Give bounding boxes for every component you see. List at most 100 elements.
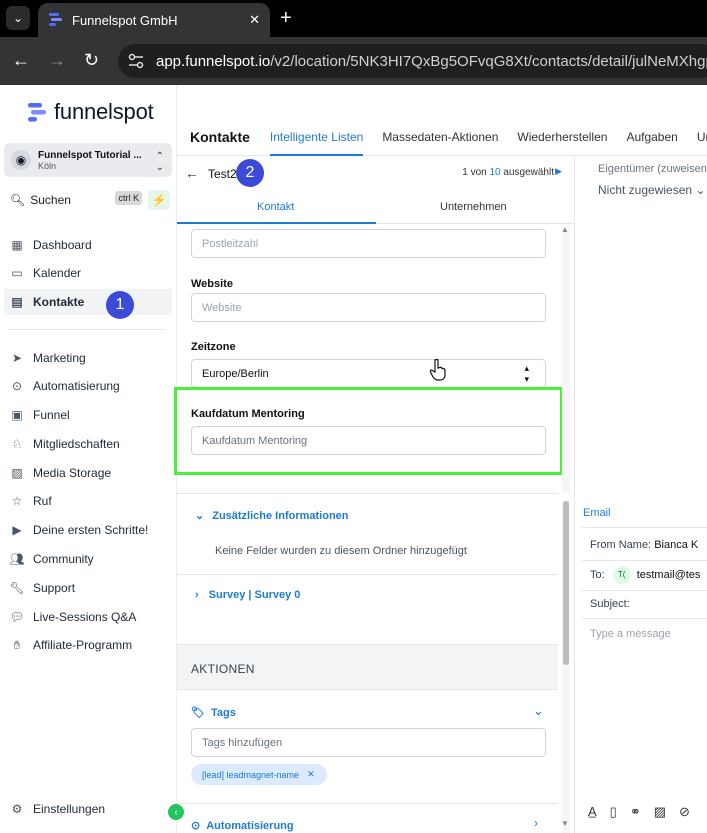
tag-chip: [lead] leadmagnet-name ✕	[191, 764, 327, 785]
account-switcher[interactable]: ◉ Funnelspot Tutorial ... Köln ⌃ ⌄	[4, 143, 172, 177]
to-label: To:	[590, 569, 605, 581]
sidebar-item-label: Live-Sessions Q&A	[33, 610, 137, 624]
tab-search-button[interactable]: ⌄	[6, 6, 30, 30]
website-label: Website	[191, 278, 233, 290]
sidebar-item-label: Deine ersten Schritte!	[33, 523, 149, 537]
sidebar-item-marketing[interactable]: ➤ Marketing	[8, 345, 176, 371]
new-tab-button[interactable]: +	[280, 6, 292, 30]
image-icon[interactable]: ▨	[654, 804, 666, 820]
scrollbar-upper[interactable]	[562, 225, 570, 493]
scroll-up-icon[interactable]: ▲	[561, 225, 569, 234]
send-icon: ➤	[11, 351, 23, 365]
sidebar-item-mitgliedschaften[interactable]: ♘ Mitgliedschaften	[8, 431, 176, 457]
tab-unternehmen-contact[interactable]: Unternehmen	[440, 201, 507, 213]
divider	[582, 590, 707, 591]
survey-label: Survey | Survey 0	[208, 589, 301, 601]
site-settings-icon[interactable]	[126, 52, 146, 70]
sidebar-item-label: Community	[33, 552, 94, 566]
funnelspot-logo-icon	[28, 103, 46, 122]
sidebar-item-automatisierung[interactable]: ⊙ Automatisierung	[8, 373, 176, 399]
chevron-right-icon[interactable]: ›	[534, 816, 538, 830]
funnel-icon: ▣	[11, 408, 23, 422]
zeitzone-select[interactable]: Europe/Berlin ▴ ▾	[191, 359, 546, 388]
sidebar-item-label: Automatisierung	[33, 379, 120, 393]
account-city: Köln	[38, 160, 57, 171]
zusaetzliche-header[interactable]: ⌄ Zusätzliche Informationen	[195, 509, 349, 522]
tab-kontakt[interactable]: Kontakt	[257, 201, 294, 213]
chevron-updown-icon: ⌃ ⌄	[155, 151, 164, 173]
hand-cursor-icon	[429, 358, 446, 381]
address-bar[interactable]: app.funnelspot.io/v2/location/5NK3HI7QxB…	[118, 44, 707, 78]
forward-arrow-icon[interactable]: →	[48, 50, 66, 71]
logo-text: funnelspot	[54, 99, 154, 124]
document-icon[interactable]: ▯	[610, 804, 617, 820]
to-value[interactable]: testmail@tes	[637, 569, 701, 581]
back-arrow-icon[interactable]: ←	[12, 50, 30, 71]
browser-tab[interactable]: Funnelspot GmbH ✕	[38, 3, 270, 37]
location-icon: ◉	[11, 150, 31, 170]
search-shortcut: ctrl K	[115, 191, 142, 205]
from-value[interactable]: Bianca K	[654, 539, 698, 551]
survey-header[interactable]: › Survey | Survey 0	[195, 589, 300, 601]
count-prefix: 1 von	[462, 167, 487, 178]
quick-action-bolt-icon[interactable]: ⚡	[148, 190, 170, 210]
attachment-icon[interactable]: ⊘	[679, 804, 690, 820]
empty-note: Keine Felder wurden zu diesem Ordner hin…	[215, 545, 467, 557]
text-format-icon[interactable]: A̲	[588, 804, 597, 820]
sidebar-item-live-sessions[interactable]: 💬︎ Live-Sessions Q&A	[8, 604, 176, 630]
sidebar-item-dashboard[interactable]: ▦ Dashboard	[8, 232, 176, 258]
aktionen-header: AKTIONEN	[177, 644, 558, 690]
sidebar-item-community[interactable]: 👥︎ Community	[8, 546, 176, 572]
page-title: Kontakte	[190, 128, 250, 145]
sidebar-item-kalender[interactable]: ▭ Kalender	[8, 260, 176, 286]
subject-label[interactable]: Subject:	[590, 598, 630, 610]
owner-select[interactable]: Nicht zugewiesen ⌄	[598, 183, 705, 197]
sidebar-item-media-storage[interactable]: ▨ Media Storage	[8, 460, 176, 486]
funnelspot-logo[interactable]: funnelspot	[26, 99, 154, 125]
zusaetzliche-section: ⌄ Zusätzliche Informationen	[177, 493, 558, 575]
reload-icon[interactable]: ↻	[84, 50, 99, 71]
sidebar-search[interactable]: 🔍︎ Suchen ctrl K	[4, 190, 142, 210]
message-input[interactable]: Type a message	[590, 628, 671, 640]
next-contact-icon[interactable]: ▶	[555, 166, 562, 177]
membership-icon: ♘	[11, 437, 23, 451]
website-input[interactable]: Website	[191, 293, 546, 322]
sidebar-item-erste-schritte[interactable]: ▶ Deine ersten Schritte!	[8, 517, 176, 543]
sidebar-item-affiliate[interactable]: ✋︎ Affiliate-Programm	[8, 632, 176, 658]
tab-intelligente-listen[interactable]: Intelligente Listen	[269, 130, 364, 156]
automatisierung-label: Automatisierung	[206, 820, 294, 832]
url-path: /v2/location/5NK3HI7QxBg5OFvqG8Xt/contac…	[270, 52, 707, 70]
tags-header[interactable]: 🏷︎ Tags	[191, 706, 236, 719]
contact-name: Test2	[208, 167, 237, 181]
star-icon: ☆	[11, 494, 23, 508]
to-avatar: T(	[612, 566, 631, 584]
postleitzahl-input[interactable]: Postleitzahl	[191, 229, 546, 258]
sidebar-item-support[interactable]: 🔧︎ Support	[8, 575, 176, 601]
remove-tag-icon[interactable]: ✕	[307, 769, 315, 780]
scroll-down-icon[interactable]: ▼	[561, 819, 569, 828]
divider	[582, 560, 707, 561]
automatisierung-header[interactable]: ⊙ Automatisierung	[191, 819, 294, 832]
close-tab-icon[interactable]: ✕	[249, 12, 260, 28]
back-arrow-icon[interactable]: ←	[185, 165, 199, 181]
chevron-down-icon[interactable]: ⌄	[533, 703, 544, 719]
automation-icon: ⊙	[11, 379, 23, 393]
tags-input[interactable]: Tags hinzufügen	[191, 728, 546, 757]
tab-unternehmen[interactable]: Unter	[697, 130, 707, 144]
tab-aufgaben[interactable]: Aufgaben	[626, 130, 677, 144]
tab-massedaten-aktionen[interactable]: Massedaten-Aktionen	[382, 130, 498, 144]
tags-label: Tags	[210, 707, 236, 719]
tab-email[interactable]: Email	[583, 507, 611, 519]
sidebar-item-funnel[interactable]: ▣ Funnel	[8, 402, 176, 428]
scrollbar-thumb[interactable]	[563, 501, 569, 665]
link-icon[interactable]: ⚭	[630, 804, 641, 820]
sidebar-item-kontakte[interactable]: ▤ Kontakte	[4, 289, 172, 315]
sidebar-item-einstellungen[interactable]: ⚙ Einstellungen	[8, 796, 176, 822]
sidebar-item-ruf[interactable]: ☆ Ruf	[8, 488, 176, 514]
to-row: To: T( testmail@tes	[590, 566, 700, 584]
contact-tabs: Kontakt Unternehmen	[177, 191, 574, 224]
tab-wiederherstellen[interactable]: Wiederherstellen	[517, 130, 607, 144]
contacts-icon: ▤	[11, 295, 23, 309]
kaufdatum-input[interactable]: Kaufdatum Mentoring	[191, 426, 546, 455]
sidebar-item-label: Dashboard	[33, 238, 92, 252]
